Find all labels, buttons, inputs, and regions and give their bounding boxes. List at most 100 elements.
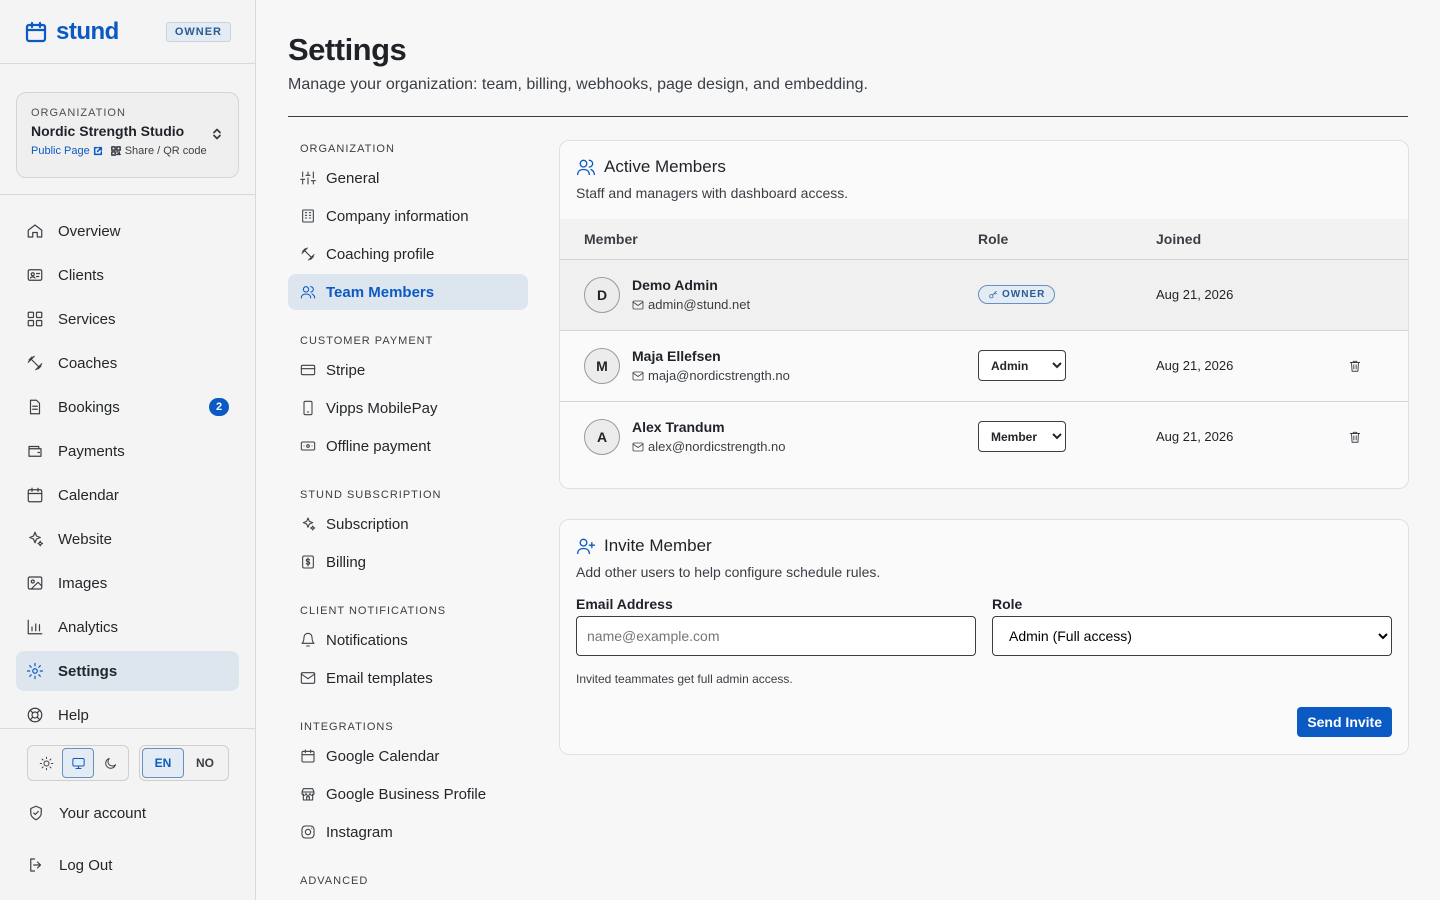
organization-switcher[interactable]: ORGANIZATION Nordic Strength Studio Publ… bbox=[16, 92, 239, 178]
nav-overview[interactable]: Overview bbox=[16, 211, 239, 251]
nav-settings[interactable]: Settings bbox=[16, 651, 239, 691]
grid-icon bbox=[27, 311, 43, 327]
smartphone-icon bbox=[303, 400, 313, 416]
invite-desc: Add other users to help configure schedu… bbox=[576, 564, 881, 580]
role-select[interactable]: Admin Member bbox=[978, 421, 1066, 453]
theme-dark-button[interactable] bbox=[94, 748, 126, 778]
role-badge: OWNER bbox=[165, 21, 231, 42]
invite-title: Invite Member bbox=[604, 536, 712, 555]
owner-badge: OWNER bbox=[978, 285, 1056, 304]
settings-general-label: General bbox=[326, 169, 380, 187]
page-subtitle: Manage your organization: team, billing,… bbox=[288, 76, 868, 93]
settings-gbp-label: Google Business Profile bbox=[326, 785, 487, 803]
invite-role-select[interactable]: Admin (Full access) bbox=[992, 616, 1392, 656]
credit-card-icon bbox=[300, 364, 316, 376]
settings-general[interactable]: General bbox=[288, 160, 528, 196]
member-joined: Aug 21, 2026 bbox=[1156, 259, 1348, 331]
nav-coaches[interactable]: Coaches bbox=[16, 343, 239, 383]
nav-services[interactable]: Services bbox=[16, 299, 239, 339]
col-joined: Joined bbox=[1156, 219, 1348, 260]
settings-vipps[interactable]: Vipps MobilePay bbox=[288, 390, 528, 426]
nav-images-label: Images bbox=[58, 574, 108, 592]
sparkles-icon bbox=[29, 531, 44, 547]
member-joined: Aug 21, 2026 bbox=[1156, 429, 1234, 445]
sun-icon bbox=[39, 756, 53, 770]
moon-icon bbox=[104, 757, 116, 769]
nav-analytics[interactable]: Analytics bbox=[16, 607, 239, 647]
main-nav: Overview Clients Services Coaches Bookin… bbox=[0, 195, 255, 735]
trash-icon[interactable] bbox=[1348, 359, 1362, 373]
your-account-label: Your account bbox=[59, 804, 147, 822]
language-toggle: EN NO bbox=[139, 745, 229, 781]
member-name: Maja Ellefsen bbox=[632, 348, 721, 364]
col-member: Member bbox=[560, 219, 978, 260]
active-members-title: Active Members bbox=[604, 157, 726, 176]
settings-email-templates[interactable]: Email templates bbox=[288, 660, 528, 696]
settings-google-calendar[interactable]: Google Calendar bbox=[288, 738, 528, 774]
settings-offline-payment[interactable]: Offline payment bbox=[288, 428, 528, 464]
nav-calendar[interactable]: Calendar bbox=[16, 475, 239, 515]
table-row: D Demo Admin admin@stund.net OWNER Aug 2… bbox=[560, 259, 1408, 331]
theme-light-button[interactable] bbox=[30, 748, 62, 778]
member-email: alex@nordicstrength.no bbox=[632, 439, 786, 454]
role-select[interactable]: Admin Member bbox=[978, 350, 1066, 381]
member-email-text: maja@nordicstrength.no bbox=[648, 368, 790, 383]
settings-billing-label: Billing bbox=[326, 553, 367, 571]
logout-link[interactable]: Log Out bbox=[27, 845, 228, 885]
group-stund-subscription: STUND SUBSCRIPTION bbox=[300, 489, 442, 501]
theme-system-button[interactable] bbox=[62, 748, 94, 778]
group-customer-payment: CUSTOMER PAYMENT bbox=[300, 335, 434, 347]
bell-icon bbox=[301, 632, 315, 647]
settings-team-members[interactable]: Team Members bbox=[288, 274, 528, 310]
nav-analytics-label: Analytics bbox=[58, 618, 119, 636]
nav-website[interactable]: Website bbox=[16, 519, 239, 559]
settings-company[interactable]: Company information bbox=[288, 198, 528, 234]
your-account-link[interactable]: Your account bbox=[27, 793, 228, 833]
settings-instagram-label: Instagram bbox=[326, 823, 393, 841]
chevron-up-down-icon[interactable] bbox=[210, 127, 224, 141]
calendar-logo-icon bbox=[25, 21, 47, 42]
settings-google-business[interactable]: Google Business Profile bbox=[288, 776, 528, 812]
nav-bookings[interactable]: Bookings 2 bbox=[16, 387, 239, 427]
users-icon bbox=[300, 286, 316, 299]
page-title: Settings bbox=[288, 32, 407, 67]
nav-images[interactable]: Images bbox=[16, 563, 239, 603]
settings-coaching[interactable]: Coaching profile bbox=[288, 236, 528, 272]
settings-notifications[interactable]: Notifications bbox=[288, 622, 528, 658]
trash-icon[interactable] bbox=[1348, 430, 1362, 444]
lang-no-button[interactable]: NO bbox=[184, 748, 226, 778]
nav-payments[interactable]: Payments bbox=[16, 431, 239, 471]
settings-coaching-label: Coaching profile bbox=[326, 245, 435, 263]
members-table: Member Role Joined D Demo Admin admin@st… bbox=[560, 219, 1408, 472]
settings-stripe-label: Stripe bbox=[326, 361, 366, 379]
org-name: Nordic Strength Studio bbox=[31, 123, 185, 139]
gear-icon bbox=[26, 662, 44, 680]
dumbbell-icon bbox=[301, 247, 315, 261]
settings-company-label: Company information bbox=[326, 207, 469, 225]
mail-icon bbox=[632, 300, 644, 309]
brand-name[interactable]: stund bbox=[56, 18, 119, 46]
public-page-link[interactable]: Public Page bbox=[31, 145, 103, 157]
active-members-header: Active Members bbox=[560, 141, 1408, 177]
share-qr-link[interactable]: Share / QR code bbox=[110, 145, 207, 157]
settings-billing[interactable]: Billing bbox=[288, 544, 528, 580]
email-field[interactable] bbox=[576, 616, 976, 656]
invite-header: Invite Member bbox=[560, 520, 1408, 556]
settings-nav: ORGANIZATION General Company information… bbox=[288, 140, 528, 890]
settings-email-templates-label: Email templates bbox=[326, 669, 433, 687]
logout-label: Log Out bbox=[59, 856, 113, 874]
bookings-count-badge: 2 bbox=[209, 398, 229, 416]
settings-subscription[interactable]: Subscription bbox=[288, 506, 528, 542]
settings-instagram[interactable]: Instagram bbox=[288, 814, 528, 850]
nav-services-label: Services bbox=[58, 310, 116, 328]
mail-icon bbox=[632, 442, 644, 452]
nav-clients[interactable]: Clients bbox=[16, 255, 239, 295]
settings-stripe[interactable]: Stripe bbox=[288, 352, 528, 388]
dollar-icon bbox=[302, 555, 314, 569]
owner-badge-label: OWNER bbox=[1002, 289, 1046, 300]
send-invite-button[interactable]: Send Invite bbox=[1297, 707, 1392, 737]
settings-team-label: Team Members bbox=[326, 283, 435, 301]
lang-en-button[interactable]: EN bbox=[142, 748, 184, 778]
nav-settings-label: Settings bbox=[58, 662, 118, 680]
user-plus-icon bbox=[577, 538, 595, 555]
